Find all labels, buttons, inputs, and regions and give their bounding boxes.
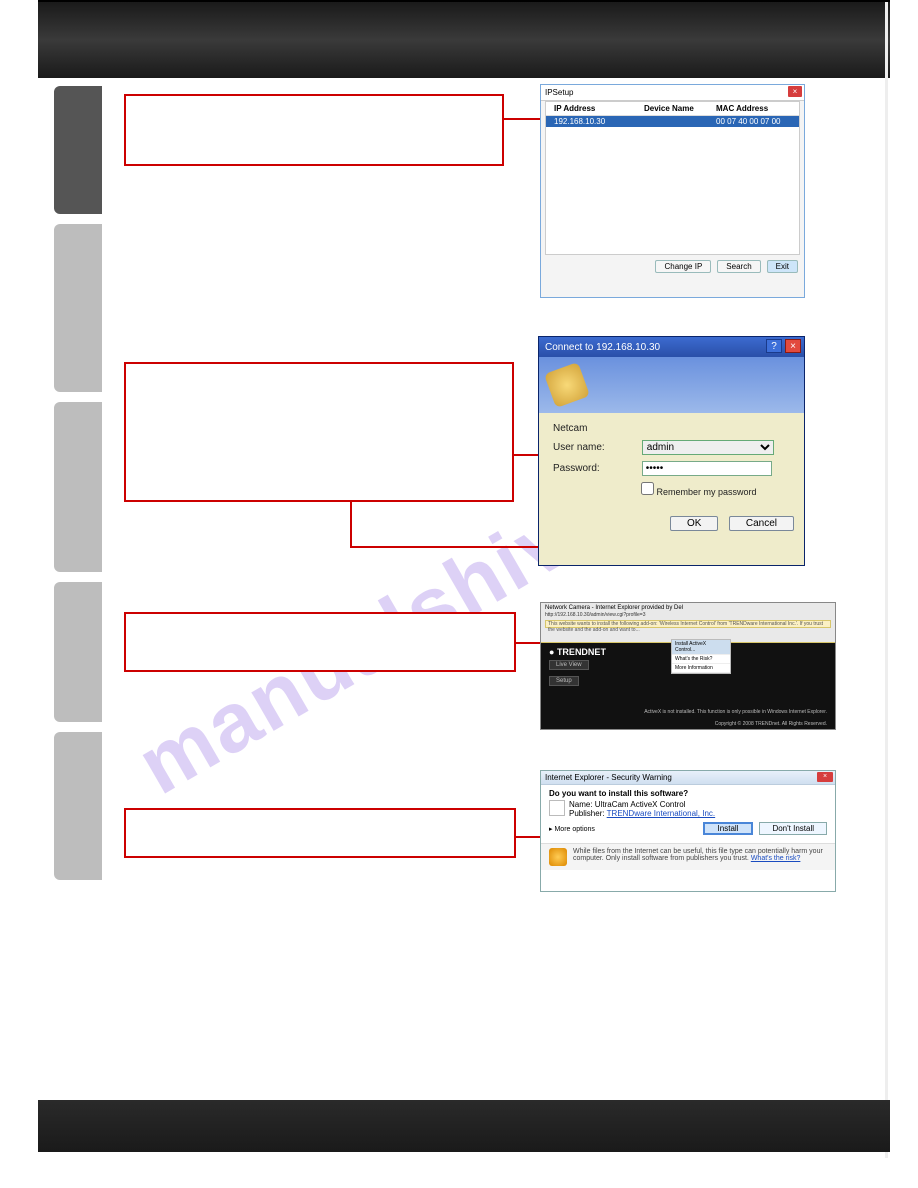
secwarn-titlebar: Internet Explorer - Security Warning × <box>541 771 835 785</box>
col-mac: MAC Address <box>716 104 793 113</box>
username-label: User name: <box>553 442 639 453</box>
callout-line-2b-v <box>350 502 352 548</box>
callout-box-3 <box>124 612 516 672</box>
close-icon[interactable]: × <box>788 86 802 97</box>
live-view-button[interactable]: Live View <box>549 660 589 670</box>
password-input[interactable] <box>642 461 772 476</box>
remember-row: Remember my password <box>641 482 792 497</box>
side-tab-4[interactable] <box>54 582 102 722</box>
page-footer-bar <box>38 1100 890 1152</box>
cell-mac: 00 07 40 00 07 00 <box>716 117 793 126</box>
copyright: Copyright © 2008 TRENDnet. All Rights Re… <box>715 721 827 727</box>
software-name: UltraCam ActiveX Control <box>595 800 686 809</box>
cancel-button[interactable]: Cancel <box>729 516 794 531</box>
security-warning-dialog: Internet Explorer - Security Warning × D… <box>540 770 836 892</box>
ipsetup-row-selected[interactable]: 192.168.10.30 00 07 40 00 07 00 <box>546 116 799 127</box>
side-tabs <box>54 86 104 890</box>
close-icon[interactable]: × <box>785 339 801 353</box>
cell-name <box>644 117 716 126</box>
ipsetup-columns: IP Address Device Name MAC Address <box>546 102 799 116</box>
secwarn-footer: While files from the Internet can be use… <box>541 843 835 870</box>
dont-install-button[interactable]: Don't Install <box>759 822 827 835</box>
col-ip: IP Address <box>554 104 644 113</box>
help-icon[interactable]: ? <box>766 339 782 353</box>
remember-checkbox[interactable] <box>641 482 654 495</box>
close-icon[interactable]: × <box>817 772 833 782</box>
side-tab-1[interactable] <box>54 86 102 214</box>
change-ip-button[interactable]: Change IP <box>655 260 711 273</box>
auth-dialog: Connect to 192.168.10.30 ? × Netcam User… <box>538 336 805 566</box>
more-options[interactable]: ▸ More options <box>549 825 697 833</box>
exit-button[interactable]: Exit <box>767 260 798 273</box>
ok-button[interactable]: OK <box>670 516 718 531</box>
menu-whats-risk[interactable]: What's the Risk? <box>672 655 730 664</box>
keys-icon <box>544 362 590 408</box>
side-tab-3[interactable] <box>54 402 102 572</box>
setup-button[interactable]: Setup <box>549 676 579 686</box>
side-tab-5[interactable] <box>54 732 102 880</box>
auth-titlebar: Connect to 192.168.10.30 ? × <box>539 337 804 357</box>
side-tab-2[interactable] <box>54 224 102 392</box>
password-label: Password: <box>553 463 639 474</box>
software-icon <box>549 800 565 816</box>
callout-box-2 <box>124 362 514 502</box>
publisher-link[interactable]: TRENDware International, Inc. <box>607 809 716 818</box>
ipsetup-title: IPSetup <box>545 88 573 97</box>
auth-banner <box>539 357 804 413</box>
page-body: manualshive.com IPSetup × IP Address Dev… <box>38 78 890 1098</box>
auth-body: Netcam User name: admin Password: Rememb… <box>539 413 804 505</box>
browser-address[interactable]: http://192.168.10.30/admin/view.cgi?prof… <box>545 612 831 618</box>
install-button[interactable]: Install <box>703 822 754 835</box>
browser-window: Network Camera - Internet Explorer provi… <box>540 602 836 730</box>
auth-realm: Netcam <box>553 423 792 434</box>
secwarn-body: Do you want to install this software? Na… <box>541 785 835 839</box>
whats-risk-link[interactable]: What's the risk? <box>751 855 801 862</box>
username-input[interactable]: admin <box>642 440 774 455</box>
page-header-bar <box>38 0 890 78</box>
infobar-context-menu: Install ActiveX Control... What's the Ri… <box>671 639 731 674</box>
cell-ip: 192.168.10.30 <box>554 117 644 126</box>
ipsetup-list: IP Address Device Name MAC Address 192.1… <box>545 101 800 255</box>
ipsetup-window: IPSetup × IP Address Device Name MAC Add… <box>540 84 805 298</box>
remember-label: Remember my password <box>657 487 757 497</box>
browser-chrome: Network Camera - Internet Explorer provi… <box>541 603 835 643</box>
activex-infobar[interactable]: This website wants to install the follow… <box>545 620 831 628</box>
callout-box-4 <box>124 808 516 858</box>
pub-label: Publisher: <box>569 809 605 818</box>
callout-box-1 <box>124 94 504 166</box>
menu-more-info[interactable]: More Information <box>672 664 730 673</box>
activex-message: ActiveX is not installed. This function … <box>644 709 827 715</box>
auth-button-bar: OK Cancel <box>539 505 804 535</box>
col-name: Device Name <box>644 104 716 113</box>
secwarn-title: Internet Explorer - Security Warning <box>545 773 672 782</box>
search-button[interactable]: Search <box>717 260 760 273</box>
trendnet-logo: ● TRENDNET <box>549 647 606 657</box>
browser-tab-title: Network Camera - Internet Explorer provi… <box>545 605 831 611</box>
name-label: Name: <box>569 800 593 809</box>
auth-title: Connect to 192.168.10.30 <box>545 342 660 353</box>
menu-install-activex[interactable]: Install ActiveX Control... <box>672 640 730 655</box>
secwarn-question: Do you want to install this software? <box>549 789 827 798</box>
ipsetup-titlebar: IPSetup × <box>541 85 804 101</box>
shield-icon <box>549 848 567 866</box>
ipsetup-button-bar: Change IP Search Exit <box>541 255 804 278</box>
